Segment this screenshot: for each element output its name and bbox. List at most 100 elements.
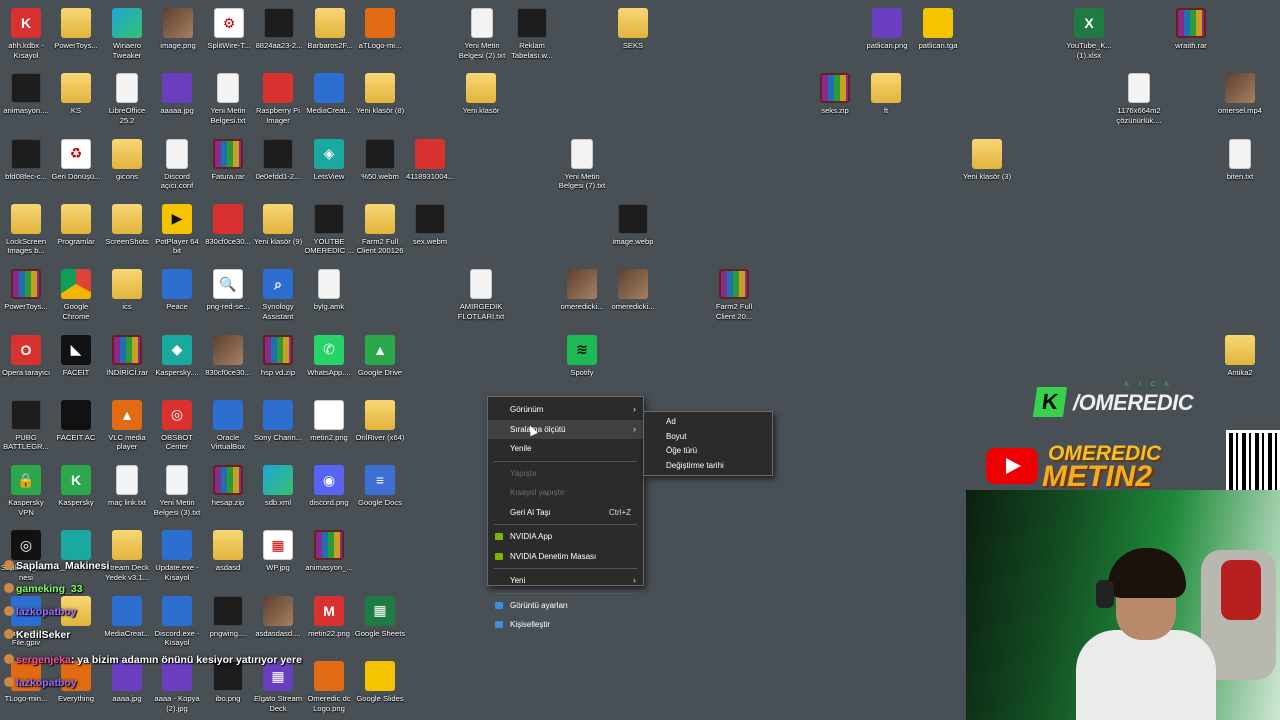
desktop-icon[interactable]: PUBG BATTLEGR... xyxy=(0,396,52,452)
desktop-icon[interactable]: Omeredic dc Logo.png xyxy=(303,657,355,713)
context-menu-item[interactable]: Sıralama ölçütü › xyxy=(488,419,643,439)
desktop-icon[interactable]: Kahh.kdbx - Kısayol xyxy=(0,4,52,60)
desktop-icon[interactable]: omeredicki... xyxy=(556,265,608,312)
desktop-icon[interactable]: sdb.xml xyxy=(252,461,304,508)
desktop-icon[interactable]: MediaCreat... xyxy=(101,592,153,639)
desktop-icon[interactable]: wraith.rar xyxy=(1165,4,1217,51)
desktop-icon[interactable]: asdasd xyxy=(202,526,254,573)
desktop-icon[interactable]: LibreOffice 25.2 xyxy=(101,69,153,125)
desktop-icon[interactable]: Yeni Metin Belgesi (3).txt xyxy=(151,461,203,517)
desktop-icon[interactable]: 4118931004... xyxy=(404,135,456,182)
desktop-icon[interactable]: bylg.amk xyxy=(303,265,355,312)
desktop-icon[interactable]: bfd08fec-c... xyxy=(0,135,52,182)
desktop-icon[interactable]: ♻ Geri Dönüşü... xyxy=(50,135,102,182)
desktop-icon[interactable]: Google Chrome xyxy=(50,265,102,321)
desktop-icon[interactable]: Barbaros2F... xyxy=(304,4,356,51)
desktop-icon[interactable]: ✆ WhatsApp.... xyxy=(303,331,355,378)
desktop-icon[interactable]: Mmetin22.png xyxy=(303,592,355,639)
desktop-icon[interactable]: X YouTube_K... (1).xlsx xyxy=(1063,4,1115,60)
desktop-icon[interactable]: OrilRiver (x64) xyxy=(354,396,406,443)
desktop-icon[interactable]: 🔒 Kaspersky VPN xyxy=(0,461,52,517)
desktop-icon[interactable]: asdasdasd.... xyxy=(252,592,304,639)
desktop-icon[interactable]: ▶ PotPlayer 64 bit xyxy=(151,200,203,256)
desktop-icon[interactable]: 830cf0ce30... xyxy=(202,331,254,378)
context-menu-item[interactable]: Geri Al Taşı Ctrl+Z xyxy=(488,503,643,523)
desktop-icon[interactable]: Reklam Tabelası.w... xyxy=(506,4,558,60)
desktop-icon[interactable]: metin2.png xyxy=(303,396,355,443)
desktop-icon[interactable]: Yeni klasör (3) xyxy=(961,135,1013,182)
desktop-icon[interactable]: ft xyxy=(860,69,912,116)
desktop-icon[interactable]: Oracle VirtualBox xyxy=(202,396,254,452)
desktop-icon[interactable]: YOUTBE OMEREDIC ... xyxy=(303,200,355,256)
sort-submenu-item[interactable]: Ad xyxy=(644,415,772,430)
desktop-icon[interactable]: ◎ Saplama_Makinesi xyxy=(0,526,52,582)
desktop-icon[interactable]: animasyon_... xyxy=(303,526,355,573)
desktop-icon[interactable]: seks.zip xyxy=(809,69,861,116)
desktop-icon[interactable]: O Opera tarayıcı xyxy=(0,331,52,378)
desktop-icon[interactable]: ◎ OBSBOT Center xyxy=(151,396,203,452)
desktop-icon[interactable]: Sony Chann... xyxy=(252,396,304,443)
desktop-icon[interactable]: Antika2 xyxy=(1214,331,1266,378)
context-menu-item[interactable]: Yenile xyxy=(488,439,643,459)
desktop-icon[interactable]: Raspberry Pi Imager xyxy=(252,69,304,125)
desktop-icon[interactable]: ◆ Kaspersky.... xyxy=(151,331,203,378)
desktop-icon[interactable]: SEKS xyxy=(607,4,659,51)
sort-submenu-item[interactable]: Boyut xyxy=(644,430,772,445)
desktop-icon[interactable]: K Kaspersky xyxy=(50,461,102,508)
context-menu-item[interactable]: Görüntü ayarları xyxy=(488,596,643,616)
desktop-icon[interactable]: pngwing.... xyxy=(202,592,254,639)
desktop-icon[interactable]: Peace xyxy=(151,265,203,312)
desktop-icon[interactable]: ◣ FACEIT xyxy=(50,331,102,378)
desktop-icon[interactable]: KS xyxy=(50,69,102,116)
desktop-icon[interactable]: Farm2 Full Client 200126 xyxy=(354,200,406,256)
desktop-icon[interactable]: Yeni klasör (9) xyxy=(252,200,304,247)
desktop-icon[interactable]: AMIRGEDIK FLOTLARI.txt xyxy=(455,265,507,321)
desktop-icon[interactable]: ▦ WP.jpg xyxy=(252,526,304,573)
desktop-icon[interactable]: image.webp xyxy=(607,200,659,247)
desktop-icon[interactable]: Fatura.rar xyxy=(202,135,254,182)
desktop-icon[interactable]: patlican.png xyxy=(861,4,913,51)
desktop-icon[interactable]: Yeni klasör xyxy=(455,69,507,116)
desktop-icon[interactable]: 830cf0ce30... xyxy=(202,200,254,247)
desktop-icon[interactable]: Update.exe - Kısayol xyxy=(151,526,203,582)
desktop-icon[interactable] xyxy=(50,526,102,563)
desktop-icon[interactable]: image.png xyxy=(152,4,204,51)
desktop-icon[interactable]: Stream Deck Yedek v3.1... xyxy=(101,526,153,582)
desktop-icon[interactable]: Yeni klasör (8) xyxy=(354,69,406,116)
desktop-icon[interactable]: hesap.zip xyxy=(202,461,254,508)
desktop-icon[interactable]: ≋ Spotify xyxy=(556,331,608,378)
desktop-icon[interactable]: aTLogo-mi... xyxy=(354,4,406,51)
desktop-icon[interactable]: patlican.tga xyxy=(912,4,964,51)
context-menu-item[interactable]: Kişiselleştir xyxy=(488,615,643,635)
desktop-icon[interactable]: PowerToys... xyxy=(50,4,102,51)
desktop-icon[interactable]: ▦ Google Sheets xyxy=(354,592,406,639)
desktop-icon[interactable]: omeredicki... xyxy=(607,265,659,312)
desktop-icon[interactable]: maç link.txt xyxy=(101,461,153,508)
context-menu-item[interactable]: Yeni › xyxy=(488,571,643,591)
context-menu-item[interactable]: NVIDIA Denetim Masası xyxy=(488,547,643,567)
desktop-icon[interactable]: Yeni Metin Belgesi (7).txt xyxy=(556,135,608,191)
desktop-icon[interactable]: omersel.mp4 xyxy=(1214,69,1266,116)
desktop-icon[interactable]: 1176x664m2 çözünürlük.... xyxy=(1113,69,1165,125)
desktop-icon[interactable]: animasyon.... xyxy=(0,69,52,116)
desktop-icon[interactable]: ▲ Google Drive xyxy=(354,331,406,378)
desktop-icon[interactable]: ics xyxy=(101,265,153,312)
desktop-icon[interactable]: ≡ Google Docs xyxy=(354,461,406,508)
desktop-icon[interactable]: biten.txt xyxy=(1214,135,1266,182)
desktop-icon[interactable]: FACEIT AC xyxy=(50,396,102,443)
desktop-icon[interactable]: Discord açıcı.conf xyxy=(151,135,203,191)
desktop-icon[interactable]: Yeni Metin Belgesi (2).txt xyxy=(456,4,508,60)
desktop-icon[interactable]: LockScreen Images b... xyxy=(0,200,52,256)
desktop-icon[interactable]: ◈ LetsView xyxy=(303,135,355,182)
desktop-icon[interactable]: ScreenShots xyxy=(101,200,153,247)
desktop-icon[interactable]: ⌕ Synology Assistant xyxy=(252,265,304,321)
sort-submenu-item[interactable]: Değiştirme tarihi xyxy=(644,459,772,474)
desktop-icon[interactable]: Programlar xyxy=(50,200,102,247)
sort-submenu-item[interactable]: Öğe türü xyxy=(644,444,772,459)
desktop-icon[interactable]: ▲ VLC media player xyxy=(101,396,153,452)
desktop-icon[interactable]: Farm2 Full Client 20... xyxy=(708,265,760,321)
desktop-icon[interactable]: hsp vd.zip xyxy=(252,331,304,378)
desktop-icon[interactable]: MediaCreat... xyxy=(303,69,355,116)
context-menu-item[interactable]: NVIDIA App xyxy=(488,527,643,547)
desktop-icon[interactable]: Winaero Tweaker xyxy=(101,4,153,60)
